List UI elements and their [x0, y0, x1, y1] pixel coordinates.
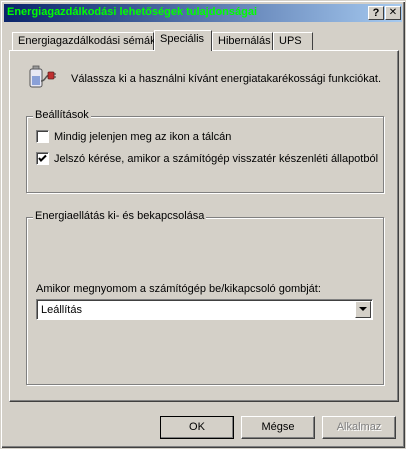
help-button[interactable]: ?: [368, 6, 384, 20]
settings-group: Beállítások Mindig jelenjen meg az ikon …: [26, 109, 384, 193]
chevron-down-icon: [359, 307, 367, 311]
show-tray-icon-option[interactable]: Mindig jelenjen meg az ikon a tálcán: [36, 130, 231, 143]
close-button[interactable]: ✕: [385, 6, 401, 20]
power-buttons-group: Energiaellátás ki- és bekapcsolása Amiko…: [26, 210, 384, 385]
checkmark-icon: [38, 154, 47, 162]
tab-label: Hibernálás: [218, 35, 271, 47]
tab-label: UPS: [279, 35, 302, 47]
cancel-button[interactable]: Mégse: [241, 416, 315, 439]
password-on-resume-checkbox[interactable]: [36, 152, 49, 165]
tab-label: Energiagazdálkodási sémák: [18, 35, 156, 47]
properties-dialog: Energiagazdálkodási lehetőségek tulajdon…: [0, 0, 406, 449]
dropdown-arrow-button[interactable]: [355, 301, 371, 318]
ok-button[interactable]: OK: [160, 416, 234, 439]
apply-button[interactable]: Alkalmaz: [322, 416, 396, 439]
show-tray-icon-checkbox[interactable]: [36, 130, 49, 143]
tab-power-schemes[interactable]: Energiagazdálkodási sémák: [12, 32, 156, 50]
tab-advanced[interactable]: Speciális: [154, 30, 212, 51]
checkbox-label: Jelszó kérése, amikor a számítógép vissz…: [54, 152, 379, 165]
tab-ups[interactable]: UPS: [273, 32, 313, 50]
close-icon: ✕: [388, 7, 398, 18]
power-button-action-label: Amikor megnyomom a számítógép be/kikapcs…: [36, 283, 321, 295]
intro-text: Válassza ki a használni kívánt energiata…: [71, 73, 382, 85]
window-title: Energiagazdálkodási lehetőségek tulajdon…: [7, 6, 258, 18]
select-value: Leállítás: [41, 304, 82, 316]
title-bar[interactable]: Energiagazdálkodási lehetőségek tulajdon…: [4, 4, 402, 22]
tab-label: Speciális: [160, 33, 205, 45]
tab-panel-advanced: Válassza ki a használni kívánt energiata…: [9, 50, 399, 402]
checkbox-label: Mindig jelenjen meg az ikon a tálcán: [54, 130, 232, 143]
power-button-action-select[interactable]: Leállítás: [36, 299, 373, 320]
settings-group-label: Beállítások: [33, 109, 91, 121]
battery-plug-icon: [26, 63, 56, 93]
help-icon: ?: [372, 7, 380, 19]
password-on-resume-option[interactable]: Jelszó kérése, amikor a számítógép vissz…: [36, 152, 378, 165]
tab-hibernate[interactable]: Hibernálás: [212, 32, 273, 50]
power-buttons-group-label: Energiaellátás ki- és bekapcsolása: [33, 210, 207, 222]
